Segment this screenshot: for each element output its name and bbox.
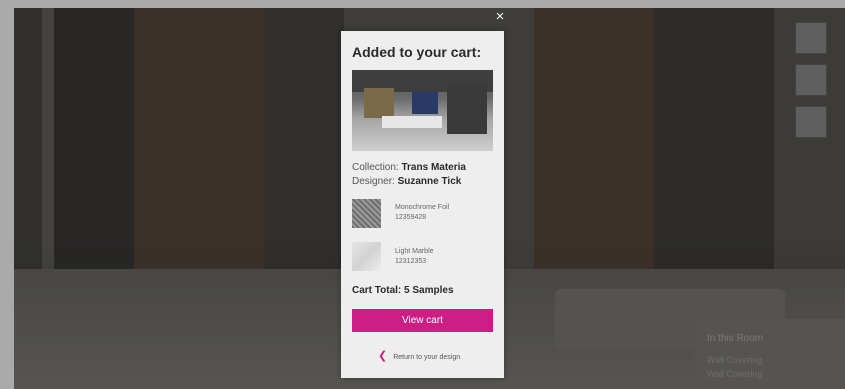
collection-label: Collection: (352, 162, 399, 173)
chevron-left-icon: ❮ (378, 350, 388, 362)
sample-name: Light Marble (395, 248, 434, 255)
view-cart-button[interactable]: View cart (352, 309, 493, 332)
collection-line: Collection: Trans Materia (352, 162, 466, 173)
close-icon[interactable]: × (493, 9, 507, 24)
cart-total: Cart Total: 5 Samples (352, 285, 454, 296)
sample-swatch (352, 242, 381, 271)
designer-label: Designer: (352, 176, 395, 187)
designer-value: Suzanne Tick (397, 176, 462, 187)
sample-code: 12359428 (395, 214, 427, 221)
modal-title: Added to your cart: (352, 44, 482, 60)
sample-name: Monochrome Foil (395, 204, 450, 211)
collection-image (352, 70, 493, 151)
sample-swatch (352, 199, 381, 228)
added-to-cart-modal: Added to your cart: Collection: Trans Ma… (341, 31, 504, 378)
return-to-design-link[interactable]: ❮ Return to your design (378, 349, 460, 362)
collection-value: Trans Materia (401, 162, 466, 173)
designer-line: Designer: Suzanne Tick (352, 176, 461, 187)
sample-code: 12312353 (395, 258, 427, 265)
return-label: Return to your design (393, 354, 461, 361)
